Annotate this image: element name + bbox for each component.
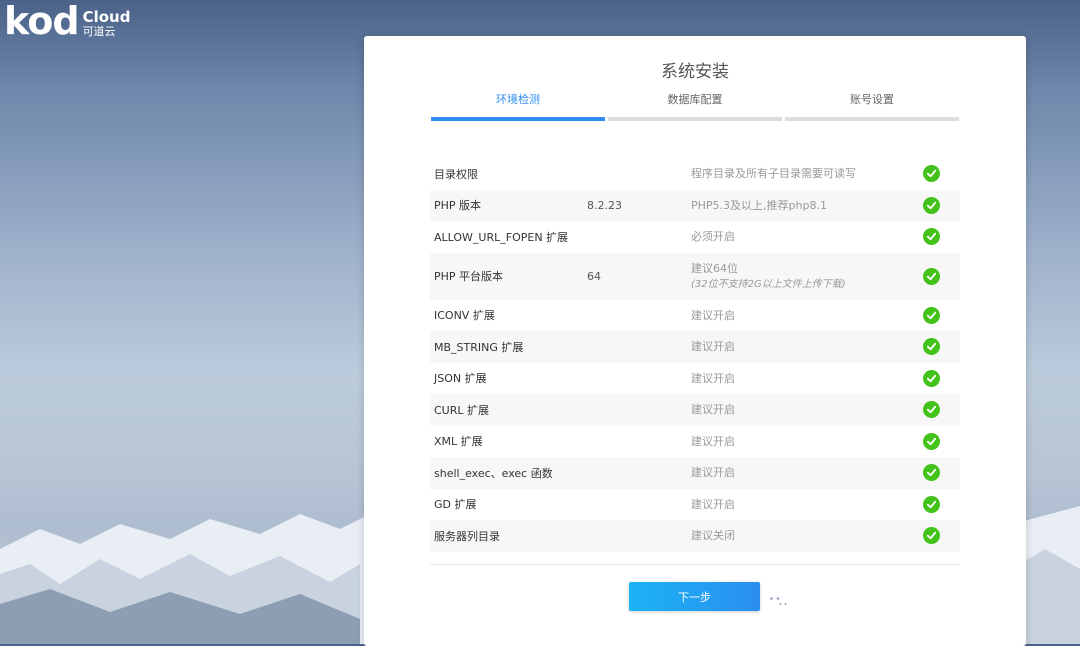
check-requirement-block: 建议64位 (32位不支持2G以上文件上传下载) bbox=[691, 261, 902, 292]
check-ok-icon bbox=[922, 401, 940, 419]
wechat-icon bbox=[765, 591, 791, 611]
check-ok-icon bbox=[922, 432, 940, 450]
check-row-curl: CURL 扩展 建议开启 bbox=[430, 394, 960, 426]
page-title: 系统安装 bbox=[661, 62, 729, 82]
step-account-settings[interactable]: 账号设置 bbox=[785, 93, 959, 121]
check-row-iconv: ICONV 扩展 建议开启 bbox=[430, 300, 960, 332]
check-row-gd: GD 扩展 建议开启 bbox=[430, 489, 960, 521]
check-ok-icon bbox=[922, 306, 940, 324]
next-step-button[interactable]: 下一步 bbox=[629, 582, 760, 611]
check-ok-icon bbox=[922, 464, 940, 482]
check-row-dir-listing: 服务器列目录 建议关闭 bbox=[430, 520, 960, 552]
check-value: 64 bbox=[587, 269, 601, 283]
check-ok-icon bbox=[922, 267, 940, 285]
watermark-text: 公众号 · 红薯丸子 bbox=[796, 590, 997, 618]
step-label: 账号设置 bbox=[850, 93, 894, 106]
check-row-json: JSON 扩展 建议开启 bbox=[430, 363, 960, 395]
check-requirement: 建议开启 bbox=[691, 403, 735, 417]
check-row-allow-url-fopen: ALLOW_URL_FOPEN 扩展 必须开启 bbox=[430, 221, 960, 253]
check-row-dir-permission: 目录权限 程序目录及所有子目录需要可读写 bbox=[430, 158, 960, 190]
check-requirement: 程序目录及所有子目录需要可读写 bbox=[691, 167, 856, 181]
check-requirement: 建议64位 bbox=[691, 261, 738, 275]
step-environment-check[interactable]: 环境检测 bbox=[431, 93, 605, 121]
check-ok-icon bbox=[922, 338, 940, 356]
check-name: MB_STRING 扩展 bbox=[434, 340, 524, 354]
logo-kod-text: kod bbox=[4, 0, 80, 43]
check-requirement: 建议关闭 bbox=[691, 529, 735, 543]
check-requirement: 建议开启 bbox=[691, 497, 735, 511]
check-name: JSON 扩展 bbox=[434, 372, 487, 386]
check-requirement: PHP5.3及以上,推荐php8.1 bbox=[691, 198, 827, 212]
step-database-config[interactable]: 数据库配置 bbox=[608, 93, 782, 121]
check-ok-icon bbox=[922, 165, 940, 183]
check-ok-icon bbox=[922, 527, 940, 545]
check-note: (32位不支持2G以上文件上传下载) bbox=[691, 278, 846, 290]
logo-cloud-text: Cloud bbox=[82, 8, 131, 26]
check-name: XML 扩展 bbox=[434, 435, 483, 449]
check-requirement: 必须开启 bbox=[691, 230, 735, 244]
check-requirement: 建议开启 bbox=[691, 308, 735, 322]
step-label: 环境检测 bbox=[496, 93, 540, 106]
check-ok-icon bbox=[922, 228, 940, 246]
check-row-php-version: PHP 版本 8.2.23 PHP5.3及以上,推荐php8.1 bbox=[430, 189, 960, 221]
check-name: shell_exec、exec 函数 bbox=[434, 466, 553, 480]
check-name: ICONV 扩展 bbox=[434, 309, 495, 323]
wechat-watermark: 公众号 · 红薯丸子 bbox=[764, 584, 997, 619]
check-name: 服务器列目录 bbox=[434, 529, 500, 543]
check-row-xml: XML 扩展 建议开启 bbox=[430, 426, 960, 458]
step-progress-bar bbox=[608, 117, 782, 121]
check-name: 目录权限 bbox=[434, 167, 478, 181]
check-value: 8.2.23 bbox=[587, 198, 622, 212]
check-requirement: 建议开启 bbox=[691, 340, 735, 354]
kodcloud-logo: kod Cloud 可道云 bbox=[4, 2, 130, 40]
check-name: GD 扩展 bbox=[434, 498, 477, 512]
environment-check-table: 目录权限 程序目录及所有子目录需要可读写 PHP 版本 8.2.23 PHP5.… bbox=[430, 158, 960, 552]
install-steps: 环境检测 数据库配置 账号设置 bbox=[431, 93, 959, 121]
check-ok-icon bbox=[922, 196, 940, 214]
divider bbox=[430, 564, 960, 565]
check-row-shell-exec: shell_exec、exec 函数 建议开启 bbox=[430, 457, 960, 489]
check-name: CURL 扩展 bbox=[434, 403, 489, 417]
check-row-php-platform: PHP 平台版本 64 建议64位 (32位不支持2G以上文件上传下载) bbox=[430, 252, 960, 300]
check-name: PHP 版本 bbox=[434, 199, 482, 213]
check-name: PHP 平台版本 bbox=[434, 270, 504, 283]
check-requirement: 建议开启 bbox=[691, 466, 735, 480]
step-progress-bar bbox=[785, 117, 959, 121]
check-row-mb-string: MB_STRING 扩展 建议开启 bbox=[430, 331, 960, 363]
check-requirement: 建议开启 bbox=[691, 371, 735, 385]
check-name: ALLOW_URL_FOPEN 扩展 bbox=[434, 230, 569, 244]
logo-cn-text: 可道云 bbox=[82, 25, 116, 38]
check-ok-icon bbox=[922, 495, 940, 513]
step-progress-bar bbox=[431, 117, 605, 121]
check-ok-icon bbox=[922, 369, 940, 387]
check-requirement: 建议开启 bbox=[691, 434, 735, 448]
step-label: 数据库配置 bbox=[667, 93, 723, 106]
install-panel: 系统安装 环境检测 数据库配置 账号设置 目录权限 程序目录及所有子目录需要可读… bbox=[364, 36, 1026, 646]
